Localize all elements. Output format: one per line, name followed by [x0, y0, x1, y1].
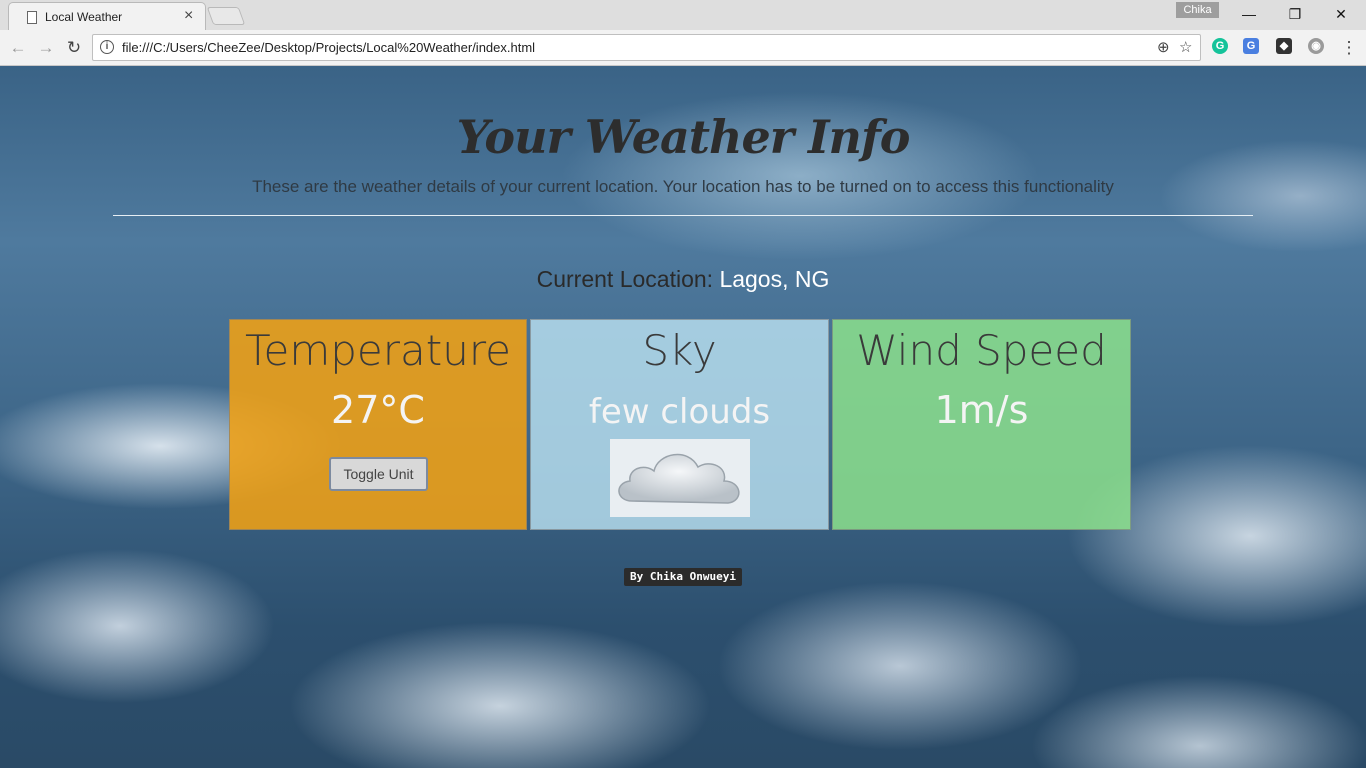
browser-toolbar: ← → ↻ i file:///C:/Users/CheeZee/Desktop…: [0, 30, 1366, 66]
page-subtitle: These are the weather details of your cu…: [252, 177, 1114, 196]
toggle-unit-button[interactable]: Toggle Unit: [329, 457, 428, 491]
browser-titlebar: Local Weather × Chika — ❐ ✕: [0, 0, 1366, 31]
profile-button[interactable]: Chika: [1176, 2, 1219, 18]
temperature-card: Temperature 27°C Toggle Unit: [229, 319, 527, 530]
wind-card: Wind Speed 1m/s: [832, 319, 1131, 530]
restore-button[interactable]: ❐: [1272, 0, 1318, 28]
puzzle-extension-icon[interactable]: ◉: [1308, 38, 1324, 54]
page-icon: [27, 11, 37, 24]
grammarly-extension-icon[interactable]: G: [1212, 38, 1228, 54]
url-text[interactable]: file:///C:/Users/CheeZee/Desktop/Project…: [122, 40, 535, 55]
tab-close-icon[interactable]: ×: [184, 7, 193, 25]
sky-value: few clouds: [588, 392, 771, 432]
new-tab-button[interactable]: [206, 7, 246, 25]
browser-tab[interactable]: Local Weather ×: [8, 2, 206, 31]
location-label: Current Location:: [536, 266, 714, 292]
sky-card: Sky few clouds: [530, 319, 829, 530]
current-location: Current Location: Lagos, NG: [0, 266, 1366, 293]
cloud-icon: [610, 439, 750, 517]
tab-title: Local Weather: [45, 10, 123, 24]
menu-icon[interactable]: ⋮: [1338, 37, 1360, 59]
divider: [113, 215, 1253, 216]
page-title: Your Weather Info: [456, 110, 911, 164]
sky-title: Sky: [642, 326, 717, 375]
bookmark-star-icon[interactable]: ☆: [1179, 39, 1192, 57]
temperature-value: 27°C: [331, 388, 425, 432]
wind-value: 1m/s: [934, 388, 1029, 432]
close-window-button[interactable]: ✕: [1318, 0, 1364, 28]
info-icon[interactable]: i: [100, 40, 114, 54]
temperature-title: Temperature: [244, 326, 512, 375]
translate-extension-icon[interactable]: G: [1243, 38, 1259, 54]
back-button[interactable]: ←: [7, 37, 29, 59]
reload-button[interactable]: ↻: [63, 37, 85, 59]
location-value: Lagos, NG: [719, 266, 830, 292]
author-credit: By Chika Onwueyi: [624, 568, 742, 586]
shield-extension-icon[interactable]: ◆: [1276, 38, 1292, 54]
page-background: Your Weather Info These are the weather …: [0, 66, 1366, 768]
location-icon[interactable]: ⊕: [1157, 39, 1170, 57]
minimize-button[interactable]: —: [1226, 0, 1272, 28]
forward-button[interactable]: →: [35, 37, 57, 59]
address-bar[interactable]: i file:///C:/Users/CheeZee/Desktop/Proje…: [92, 34, 1201, 61]
wind-title: Wind Speed: [856, 326, 1107, 375]
